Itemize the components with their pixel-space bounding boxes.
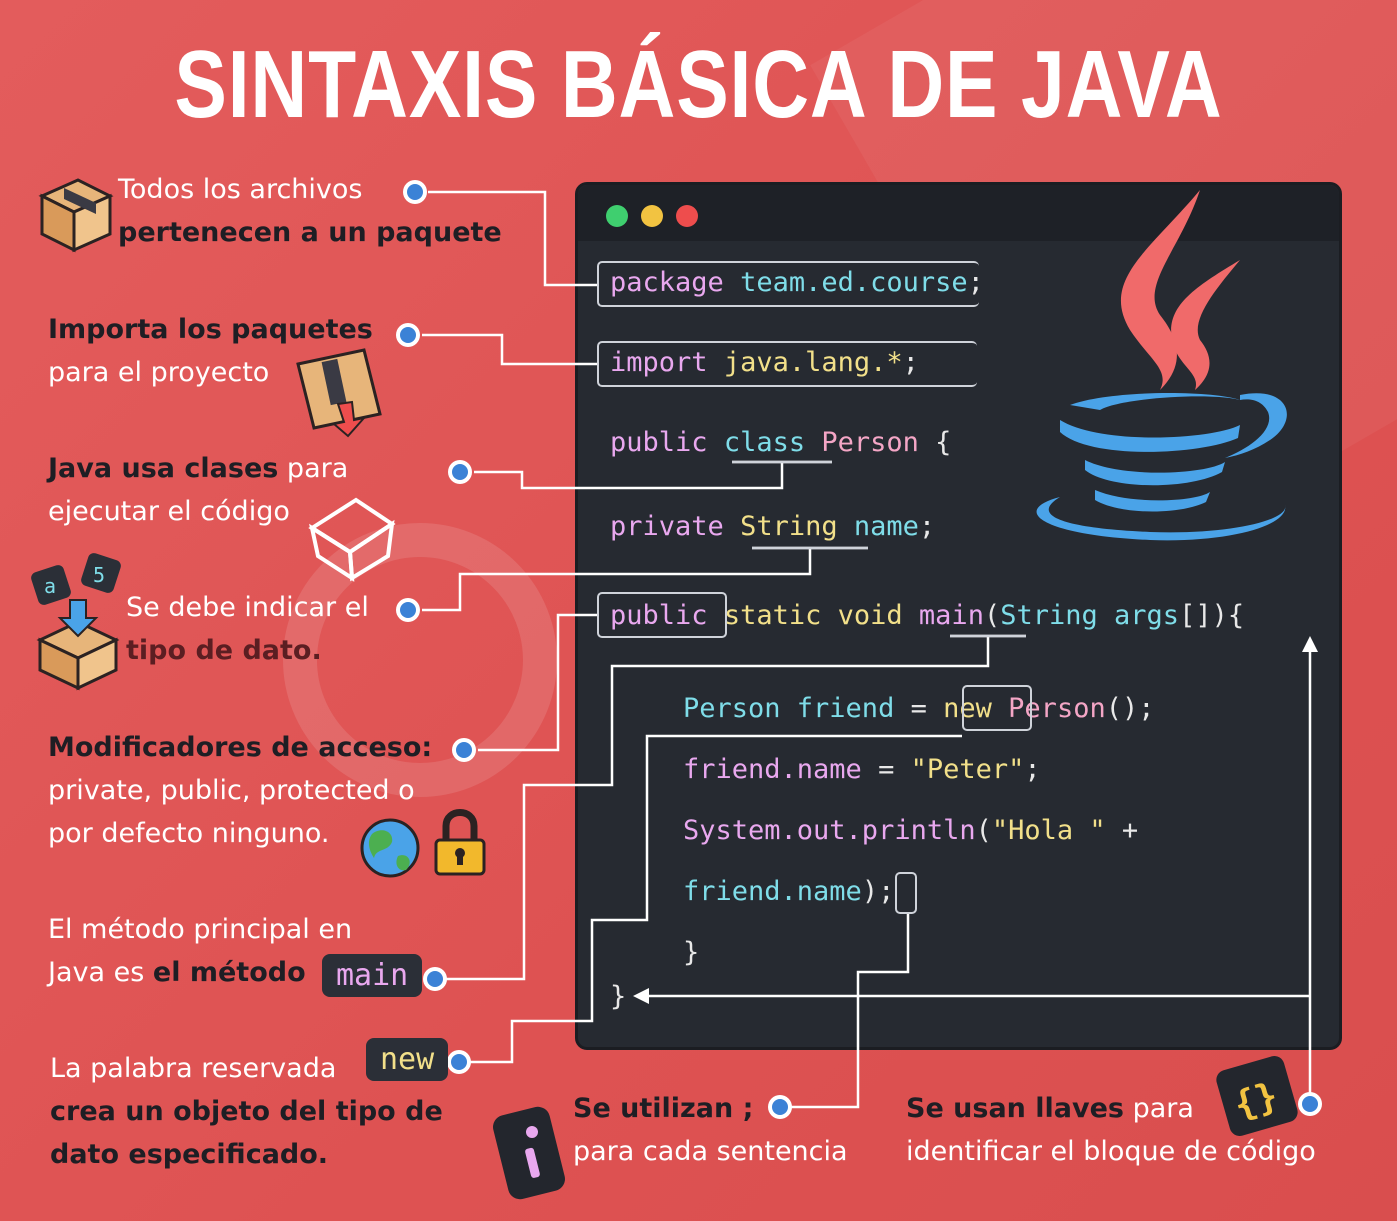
padlock-icon (434, 809, 486, 876)
infographic: SINTAXIS BÁSICA DE JAVA package team.ed.… (0, 0, 1397, 1221)
illustration-icons: a 5 {} (31, 178, 1298, 1200)
cube-icon (308, 497, 396, 582)
globe-icon (360, 818, 420, 878)
svg-text:5: 5 (93, 563, 105, 587)
svg-text:a: a (44, 574, 56, 598)
braces-icon: {} (1216, 1056, 1298, 1136)
package-box-icon (38, 178, 114, 253)
info-icon (493, 1106, 565, 1200)
data-type-box-icon: a 5 (31, 553, 121, 691)
import-box-icon (296, 348, 382, 438)
